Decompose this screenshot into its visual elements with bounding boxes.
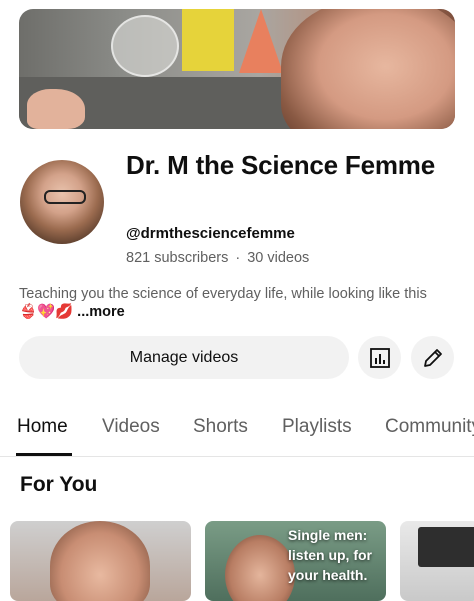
stats-separator: · bbox=[235, 250, 241, 266]
pencil-icon bbox=[423, 348, 442, 367]
edit-button[interactable] bbox=[411, 336, 454, 379]
channel-stats: 821 subscribers · 30 videos bbox=[126, 250, 309, 266]
video-card[interactable] bbox=[10, 521, 191, 601]
video-card[interactable] bbox=[400, 521, 474, 601]
bar-chart-icon bbox=[369, 347, 390, 368]
channel-avatar[interactable] bbox=[20, 160, 104, 244]
card-caption: Single men: listen up, for your health. bbox=[288, 527, 372, 583]
active-tab-indicator bbox=[16, 453, 72, 456]
video-count: 30 videos bbox=[247, 250, 310, 266]
tab-community[interactable]: Community bbox=[385, 416, 474, 438]
banner-portrait bbox=[281, 9, 455, 129]
tab-playlists[interactable]: Playlists bbox=[282, 416, 352, 438]
banner-beaker bbox=[239, 9, 283, 73]
channel-name: Dr. M the Science Femme bbox=[126, 150, 435, 180]
subscriber-count: 821 subscribers bbox=[126, 250, 229, 266]
analytics-button[interactable] bbox=[358, 336, 401, 379]
manage-videos-button[interactable]: Manage videos bbox=[19, 336, 349, 379]
channel-description[interactable]: Teaching you the science of everyday lif… bbox=[19, 285, 459, 321]
tab-shorts[interactable]: Shorts bbox=[193, 416, 248, 438]
description-emojis: 👙💖💋 bbox=[19, 304, 74, 320]
banner-hand bbox=[27, 89, 85, 129]
video-card[interactable]: Single men: listen up, for your health. bbox=[205, 521, 386, 601]
banner-flask bbox=[111, 15, 179, 77]
channel-handle: @drmthesciencefemme bbox=[126, 225, 295, 242]
tab-videos[interactable]: Videos bbox=[102, 416, 160, 438]
channel-tabs: Home Videos Shorts Playlists Community bbox=[0, 404, 474, 457]
card-thumbnail-portrait bbox=[50, 521, 150, 601]
card-thumbnail-portrait bbox=[225, 535, 295, 601]
for-you-heading: For You bbox=[20, 473, 98, 496]
banner-cylinder bbox=[182, 9, 234, 71]
card-thumbnail-monitor bbox=[418, 527, 474, 567]
avatar-glasses bbox=[44, 190, 86, 204]
description-text: Teaching you the science of everyday lif… bbox=[19, 286, 427, 302]
channel-banner bbox=[19, 9, 455, 129]
more-link[interactable]: ...more bbox=[77, 304, 125, 320]
tab-home[interactable]: Home bbox=[17, 416, 68, 438]
